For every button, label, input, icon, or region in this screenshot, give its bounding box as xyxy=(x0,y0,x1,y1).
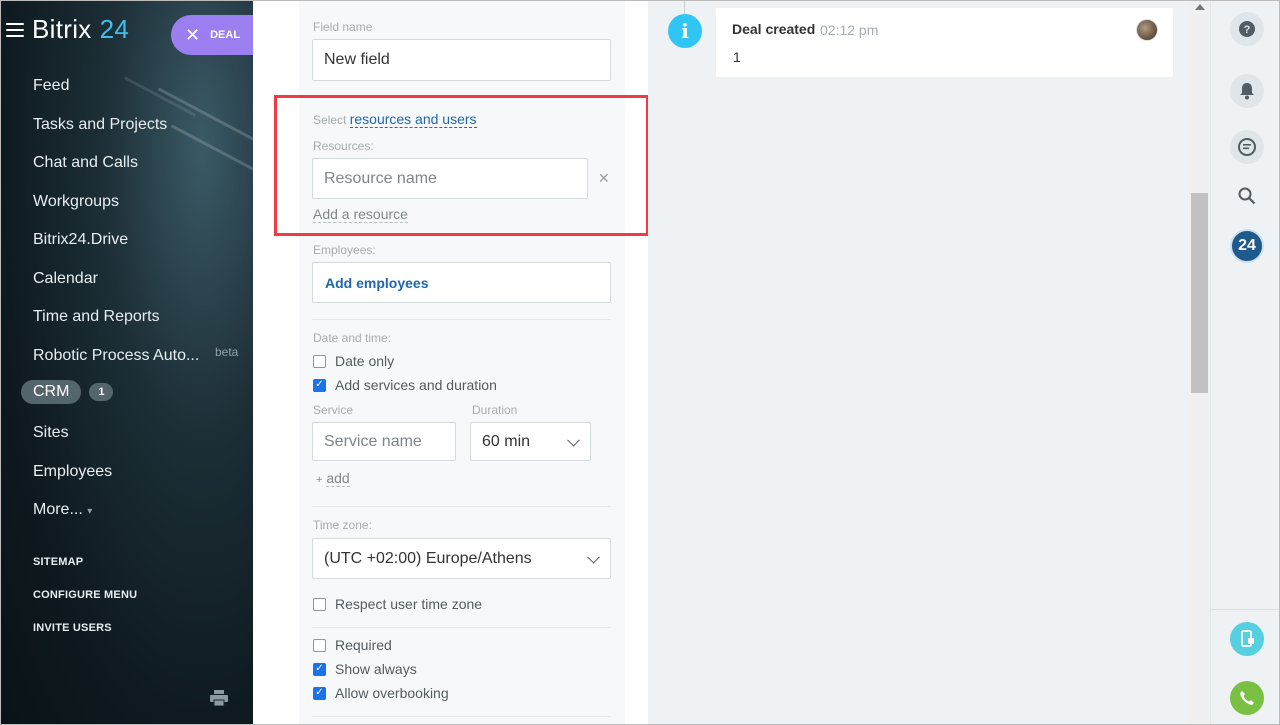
divider xyxy=(312,506,611,507)
sidebar-item-crm[interactable]: CRM 1 xyxy=(21,380,114,404)
sidebar-menu: Feed Tasks and Projects Chat and Calls W… xyxy=(33,74,238,383)
required-checkbox[interactable]: Required xyxy=(313,637,392,653)
add-services-checkbox[interactable]: ✓ Add services and duration xyxy=(313,377,497,393)
divider xyxy=(312,319,611,320)
time-zone-select[interactable]: (UTC +02:00) Europe/Athens xyxy=(312,538,611,579)
sidebar-item-tasks[interactable]: Tasks and Projects xyxy=(33,113,199,152)
show-always-checkbox[interactable]: ✓ Show always xyxy=(313,661,417,677)
more-label: More... xyxy=(33,501,83,518)
event-time: 02:12 pm xyxy=(820,22,879,38)
add-service-link[interactable]: + add xyxy=(316,470,350,487)
event-value: 1 xyxy=(733,49,741,65)
bitrix24-badge-label: 24 xyxy=(1238,237,1256,254)
search-icon[interactable] xyxy=(1230,179,1264,213)
checkbox-label: Show always xyxy=(335,661,417,677)
sidebar-item-rpa[interactable]: Robotic Process Auto... beta xyxy=(33,344,238,383)
left-sidebar: Bitrix 24 Feed Tasks and Projects Chat an… xyxy=(0,0,253,725)
printer-icon[interactable] xyxy=(210,690,228,706)
sidebar-item-label: Robotic Process Auto... xyxy=(33,346,200,364)
deal-label: DEAL xyxy=(210,29,241,41)
duration-select[interactable]: 60 min xyxy=(470,422,591,461)
invite-users-link[interactable]: INVITE USERS xyxy=(33,621,137,654)
timeline-area xyxy=(648,0,1188,725)
divider xyxy=(312,627,611,628)
date-time-label: Date and time: xyxy=(313,331,392,345)
logo-text: Bitrix xyxy=(32,14,92,44)
sidebar-item-chat[interactable]: Chat and Calls xyxy=(33,151,199,190)
service-name-input[interactable]: Service name xyxy=(312,422,456,461)
sidebar-item-more[interactable]: More... ▾ xyxy=(33,498,112,537)
sidebar-item-employees[interactable]: Employees xyxy=(33,460,112,499)
sidebar-item-sites[interactable]: Sites xyxy=(33,421,112,460)
scroll-up-arrow-icon[interactable] xyxy=(1195,4,1205,10)
help-icon[interactable]: ? xyxy=(1230,12,1264,46)
divider xyxy=(312,716,611,717)
duration-label: Duration xyxy=(472,403,518,417)
timeline-event-card: Deal created 02:12 pm 1 xyxy=(716,8,1173,77)
add-employees-button[interactable]: Add employees xyxy=(312,262,611,303)
crm-label: CRM xyxy=(21,380,82,404)
sidebar-item-calendar[interactable]: Calendar xyxy=(33,267,199,306)
bitrix-logo[interactable]: Bitrix 24 xyxy=(32,14,129,45)
allow-overbooking-checkbox[interactable]: ✓ Allow overbooking xyxy=(313,685,449,701)
checkbox-label: Date only xyxy=(335,353,395,369)
beta-badge: beta xyxy=(215,344,239,359)
phone-icon[interactable] xyxy=(1230,681,1264,715)
checkbox-box[interactable] xyxy=(313,354,326,368)
highlight-frame xyxy=(274,95,649,236)
mobile-app-icon[interactable] xyxy=(1230,622,1264,656)
divider xyxy=(1211,609,1280,610)
time-zone-value: (UTC +02:00) Europe/Athens xyxy=(324,549,532,567)
chat-icon[interactable] xyxy=(1230,130,1264,164)
date-only-checkbox[interactable]: Date only xyxy=(313,353,394,369)
checkbox-label: Add services and duration xyxy=(335,377,497,393)
sidebar-item-time-reports[interactable]: Time and Reports xyxy=(33,305,199,344)
checkbox-box[interactable] xyxy=(313,597,326,611)
close-icon: ✕ xyxy=(185,24,201,45)
time-zone-label: Time zone: xyxy=(313,518,372,532)
configure-menu-link[interactable]: CONFIGURE MENU xyxy=(33,588,137,621)
sidebar-menu-lower: Sites Employees More... ▾ xyxy=(33,421,112,537)
checkbox-checked-icon[interactable]: ✓ xyxy=(313,378,326,392)
employees-label: Employees: xyxy=(313,243,376,257)
menu-burger-icon[interactable] xyxy=(6,22,24,37)
logo-number: 24 xyxy=(99,14,130,44)
checkbox-label: Respect user time zone xyxy=(335,596,483,612)
bitrix24-badge-icon[interactable]: 24 xyxy=(1230,229,1264,263)
chevron-down-icon xyxy=(587,550,600,564)
plus-icon: + xyxy=(316,474,323,486)
checkbox-checked-icon[interactable]: ✓ xyxy=(313,662,326,676)
scrollbar-thumb[interactable] xyxy=(1191,193,1208,393)
info-icon: i xyxy=(668,14,702,48)
field-name-input[interactable]: New field xyxy=(312,39,611,81)
logo-row: Bitrix 24 xyxy=(6,14,129,45)
service-label: Service xyxy=(313,403,354,417)
sidebar-item-drive[interactable]: Bitrix24.Drive xyxy=(33,228,199,267)
respect-user-tz-checkbox[interactable]: Respect user time zone xyxy=(313,596,482,612)
checkbox-box[interactable] xyxy=(313,638,326,652)
checkbox-label: Allow overbooking xyxy=(335,685,449,701)
chevron-down-icon: ▾ xyxy=(87,506,93,517)
sidebar-item-workgroups[interactable]: Workgroups xyxy=(33,190,199,229)
add-link-label: add xyxy=(326,470,350,487)
field-name-label: Field name xyxy=(313,20,373,34)
sidebar-links: SITEMAP CONFIGURE MENU INVITE USERS xyxy=(33,555,137,654)
sitemap-link[interactable]: SITEMAP xyxy=(33,555,137,588)
sidebar-item-feed[interactable]: Feed xyxy=(33,74,199,113)
notifications-bell-icon[interactable] xyxy=(1230,74,1264,108)
crm-counter-badge: 1 xyxy=(89,383,114,401)
chevron-down-icon xyxy=(567,433,580,447)
checkbox-checked-icon[interactable]: ✓ xyxy=(313,686,326,700)
event-title: Deal created xyxy=(732,21,816,37)
checkbox-label: Required xyxy=(335,637,392,653)
avatar[interactable] xyxy=(1136,19,1158,41)
duration-value: 60 min xyxy=(482,432,531,450)
right-rail: ? 24 xyxy=(1210,0,1280,725)
svg-text:?: ? xyxy=(1244,24,1251,36)
